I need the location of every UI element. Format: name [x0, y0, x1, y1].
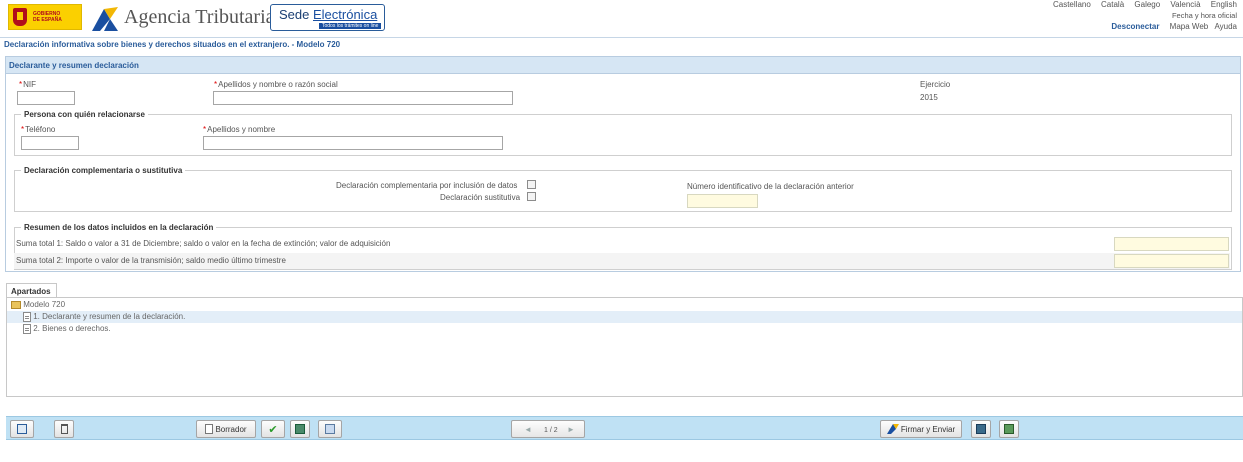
- sede-subtitle: Todos los trámites on line: [319, 23, 382, 29]
- language-selector: Castellano Català Galego Valencià Englis…: [1045, 0, 1237, 9]
- tree-item-declarante[interactable]: 1. Declarante y resumen de la declaració…: [7, 311, 1242, 323]
- brand-title: Agencia Tributaria: [124, 6, 275, 28]
- fecha-hora-oficial-link[interactable]: Fecha y hora oficial: [1172, 11, 1237, 20]
- document-icon: [23, 312, 31, 322]
- lang-castellano[interactable]: Castellano: [1053, 0, 1091, 9]
- panel-header: Declarante y resumen declaración: [6, 57, 1240, 74]
- print-icon: [295, 424, 305, 434]
- delete-button[interactable]: [54, 420, 74, 438]
- persona-legend: Persona con quién relacionarse: [24, 110, 145, 119]
- import-icon: [325, 424, 335, 434]
- validate-button[interactable]: ✔: [261, 420, 285, 438]
- lang-galego[interactable]: Galego: [1134, 0, 1160, 9]
- ejercicio-value: 2015: [920, 93, 938, 102]
- lang-valencia[interactable]: Valencià: [1170, 0, 1200, 9]
- telefono-input[interactable]: [21, 136, 79, 150]
- calculator-icon: [17, 424, 27, 434]
- borrador-label: Borrador: [215, 424, 247, 434]
- telefono-label-text: Teléfono: [25, 125, 56, 134]
- complementaria-legend: Declaración complementaria o sustitutiva: [24, 166, 183, 175]
- gobierno-logo: GOBIERNO DE ESPAÑA: [8, 4, 82, 30]
- print-button[interactable]: [290, 420, 310, 438]
- pdf-button[interactable]: [971, 420, 991, 438]
- tree-root[interactable]: Modelo 720: [7, 298, 1242, 311]
- required-mark: *: [203, 125, 207, 134]
- apartados-tree: Modelo 720 1. Declarante y resumen de la…: [6, 297, 1243, 397]
- agencia-tributaria-logo-icon: [92, 7, 118, 31]
- suma-total-2-input[interactable]: [1114, 254, 1229, 268]
- numero-anterior-label: Número identificativo de la declaración …: [687, 182, 854, 191]
- suma-total-2-row: Suma total 2: Importe o valor de la tran…: [14, 253, 1230, 269]
- save-button[interactable]: [999, 420, 1019, 438]
- tree-item-bienes-label: 2. Bienes o derechos.: [33, 324, 111, 334]
- suma-total-2-label: Suma total 2: Importe o valor de la tran…: [16, 256, 286, 265]
- tab-apartados-label: Apartados: [11, 287, 51, 296]
- nif-label-text: NIF: [23, 80, 37, 89]
- folder-icon: [11, 300, 21, 309]
- desconectar-link[interactable]: Desconectar: [1111, 22, 1159, 31]
- suma-total-1-input[interactable]: [1114, 237, 1229, 251]
- header-divider: [0, 37, 1243, 38]
- prev-page-icon[interactable]: ◄: [524, 425, 532, 434]
- save-icon: [1004, 424, 1014, 434]
- panel-title: Declarante y resumen declaración: [9, 61, 139, 70]
- tab-apartados[interactable]: Apartados: [6, 283, 57, 298]
- coat-of-arms-icon: [13, 8, 27, 26]
- firmar-enviar-label: Firmar y Enviar: [900, 424, 956, 434]
- required-mark: *: [214, 80, 218, 89]
- espana-text: DE ESPAÑA: [33, 17, 62, 23]
- nif-input[interactable]: [17, 91, 75, 105]
- agencia-sign-icon: [886, 424, 899, 434]
- mapa-web-link[interactable]: Mapa Web: [1170, 22, 1209, 31]
- bottom-toolbar: Borrador ✔ ◄ 1 / 2 ► Firmar y Enviar: [6, 416, 1243, 440]
- document-icon: [23, 324, 31, 334]
- document-view-icon: [976, 424, 986, 434]
- apellidos-label: *Apellidos y nombre o razón social: [214, 80, 338, 89]
- trash-icon: [60, 424, 68, 434]
- suma-total-1-label: Suma total 1: Saldo o valor a 31 de Dici…: [16, 239, 391, 248]
- ejercicio-label: Ejercicio: [920, 80, 951, 89]
- persona-apellidos-input[interactable]: [203, 136, 503, 150]
- sustitutiva-checkbox[interactable]: [527, 192, 536, 201]
- pager: ◄ 1 / 2 ►: [511, 420, 585, 438]
- numero-anterior-input[interactable]: [687, 194, 758, 208]
- top-nav: Desconectar Mapa Web Ayuda: [1107, 22, 1237, 31]
- sede-prefix: Sede: [279, 7, 313, 22]
- tree-item-bienes[interactable]: 2. Bienes o derechos.: [7, 323, 1242, 335]
- persona-apellidos-label: *Apellidos y nombre: [203, 125, 275, 134]
- sede-link: Electrónica: [312, 7, 378, 22]
- required-mark: *: [21, 125, 25, 134]
- apellidos-label-text: Apellidos y nombre o razón social: [218, 80, 338, 89]
- ayuda-link[interactable]: Ayuda: [1214, 22, 1237, 31]
- checkmark-icon: ✔: [268, 423, 278, 436]
- calculator-button[interactable]: [10, 420, 34, 438]
- required-mark: *: [19, 80, 23, 89]
- telefono-label: *Teléfono: [21, 125, 55, 134]
- tree-item-declarante-label: 1. Declarante y resumen de la declaració…: [33, 312, 186, 322]
- resumen-legend: Resumen de los datos incluidos en la dec…: [24, 223, 214, 232]
- draft-icon: [205, 424, 214, 434]
- complementaria-label: Declaración complementaria por inclusión…: [336, 181, 518, 190]
- persona-fieldset: Persona con quién relacionarse: [14, 110, 1232, 156]
- page-indicator: 1 / 2: [544, 427, 558, 434]
- suma-total-1-row: Suma total 1: Saldo o valor a 31 de Dici…: [14, 236, 1230, 252]
- page-title: Declaración informativa sobre bienes y d…: [4, 40, 341, 49]
- complementaria-checkbox[interactable]: [527, 180, 536, 189]
- lang-catala[interactable]: Català: [1101, 0, 1124, 9]
- apellidos-input[interactable]: [213, 91, 513, 105]
- complementaria-fieldset: Declaración complementaria o sustitutiva: [14, 166, 1232, 212]
- firmar-enviar-button[interactable]: Firmar y Enviar: [880, 420, 962, 438]
- import-button[interactable]: [318, 420, 342, 438]
- sede-electronica-logo[interactable]: Sede Electrónica Todos los trámites on l…: [270, 4, 385, 31]
- lang-english[interactable]: English: [1211, 0, 1237, 9]
- persona-apellidos-label-text: Apellidos y nombre: [207, 125, 276, 134]
- nif-label: *NIF: [19, 80, 36, 89]
- next-page-icon[interactable]: ►: [567, 425, 575, 434]
- tree-root-label: Modelo 720: [23, 300, 66, 309]
- sustitutiva-label: Declaración sustitutiva: [440, 193, 521, 202]
- borrador-button[interactable]: Borrador: [196, 420, 256, 438]
